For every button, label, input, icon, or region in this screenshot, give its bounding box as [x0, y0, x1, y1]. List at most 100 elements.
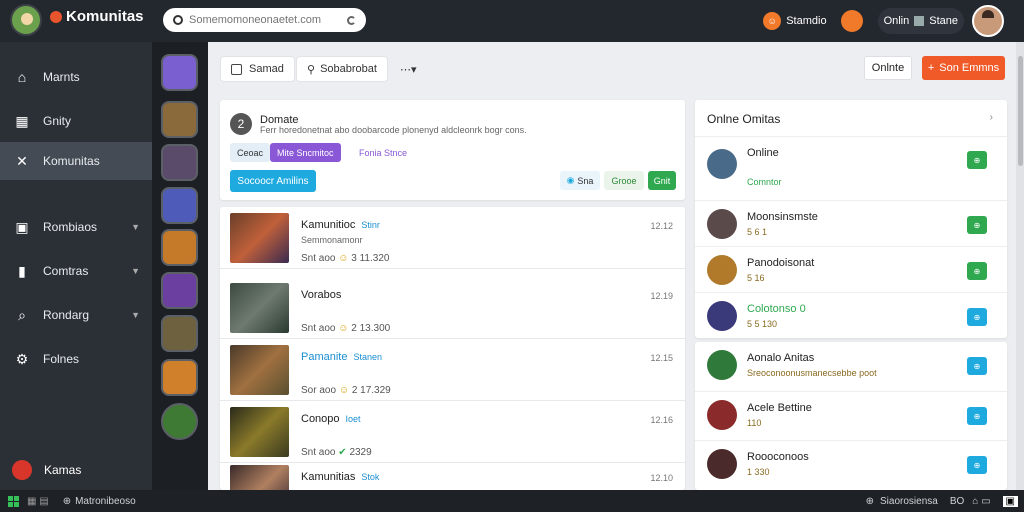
- feed-item[interactable]: Pamanite Stanen Sor aoo ☺ 2 17.329 12.15: [220, 339, 685, 401]
- notification-icon[interactable]: ▣: [1002, 495, 1018, 507]
- sidebar-item-rombiaos[interactable]: ▣ Rombiaos ▼: [0, 208, 152, 246]
- network-icon[interactable]: ⌂ ▭: [972, 496, 990, 507]
- scrollbar-thumb[interactable]: [1018, 56, 1023, 166]
- brand[interactable]: Komunitas: [50, 8, 144, 25]
- member-avatar[interactable]: [707, 209, 737, 239]
- tag-chip[interactable]: Mite Sncmitoc: [270, 143, 341, 162]
- post-meta-text: Snt aoo: [301, 447, 336, 458]
- app-logo-icon: [12, 460, 32, 480]
- tag-chip[interactable]: Fonia Stnce: [352, 143, 414, 162]
- community-avatar[interactable]: [161, 101, 198, 138]
- notification-button[interactable]: [840, 10, 868, 32]
- composer-btn-c[interactable]: Gnit: [648, 171, 676, 190]
- post-title: Kamunitias: [301, 471, 356, 483]
- member-avatar[interactable]: [707, 400, 737, 430]
- community-avatar[interactable]: [161, 403, 198, 440]
- community-avatar[interactable]: [161, 229, 198, 266]
- community-rail: [152, 42, 208, 490]
- composer-text[interactable]: Ferr horedonetnat abo doobarcode ploneny…: [260, 125, 527, 135]
- sidebar-item-label: Rondarg: [43, 308, 90, 322]
- post-thumbnail[interactable]: [230, 213, 289, 263]
- member-action-button[interactable]: ⊕: [967, 262, 987, 280]
- sidebar-footer[interactable]: Kamas: [12, 460, 81, 480]
- online-button[interactable]: Onlnte: [864, 56, 912, 80]
- suggested-row[interactable]: Acele Bettine 110 ⊕: [695, 391, 1007, 437]
- emoji-icon: ☺: [338, 253, 349, 264]
- sobabrobat-button[interactable]: ⚲ Sobabrobat: [296, 56, 388, 82]
- post-meta: Sor aoo ☺ 2 17.329: [301, 385, 391, 396]
- post-meta-text: Snt aoo: [301, 323, 336, 334]
- composer-btn-a[interactable]: ◉ Sna: [560, 171, 600, 190]
- post-thumbnail[interactable]: [230, 345, 289, 395]
- post-thumbnail[interactable]: [230, 407, 289, 457]
- search-bar[interactable]: [163, 8, 366, 32]
- start-icon[interactable]: [8, 495, 19, 507]
- member-name: Online: [747, 147, 779, 159]
- app-avatar[interactable]: [10, 4, 42, 36]
- feed-item[interactable]: Vorabos Snt aoo ☺ 2 13.300 12.19: [220, 277, 685, 339]
- member-action-button[interactable]: ⊕: [967, 151, 987, 169]
- post-thumbnail[interactable]: [230, 283, 289, 333]
- suggested-row[interactable]: Aonalo Anitas Sreoconoonusmanecsebbe poo…: [695, 342, 1007, 388]
- post-thumbnail[interactable]: [230, 465, 289, 490]
- member-avatar[interactable]: [707, 149, 737, 179]
- user-badge[interactable]: ☺ Stamdio: [763, 12, 827, 30]
- post-meta-text: Snt aoo: [301, 253, 336, 264]
- calendar-icon: [231, 63, 242, 75]
- community-avatar[interactable]: [161, 144, 198, 181]
- sidebar-item-folnes[interactable]: ⚙ Folnes: [0, 340, 152, 378]
- feed-item[interactable]: Kamunitias Stok 12.10: [220, 459, 685, 490]
- sidebar-item-label: Rombiaos: [43, 220, 98, 234]
- community-avatar[interactable]: [161, 187, 198, 224]
- suggested-row[interactable]: Roooconoos 1 330 ⊕: [695, 440, 1007, 486]
- feed-item[interactable]: Conopo Ioet Snt aoo ✔ 2329 12.16: [220, 401, 685, 463]
- online-status[interactable]: Onlin Stane: [877, 8, 964, 34]
- online-row[interactable]: Online Comntor ⊕: [695, 136, 1007, 200]
- composer-primary-button[interactable]: Socoocr Amilins: [230, 170, 316, 192]
- samad-button[interactable]: Samad: [220, 56, 295, 82]
- post-time: 12.15: [650, 353, 673, 363]
- sidebar-item-rondarg[interactable]: ⌕ Rondarg ▼: [0, 296, 152, 334]
- status-bar: ▦ ▤ ⊕ Matronibeoso ⊕ Siaorosiensa BO ⌂ ▭…: [0, 490, 1024, 512]
- community-avatar[interactable]: [161, 54, 198, 91]
- member-avatar[interactable]: [707, 449, 737, 479]
- sidebar-item-home[interactable]: ⌂ Marnts: [0, 58, 152, 96]
- tag-chip[interactable]: Ceoac: [230, 143, 271, 162]
- member-avatar[interactable]: [707, 350, 737, 380]
- fox-icon: [840, 10, 863, 32]
- online-row[interactable]: Moonsinsmste 5 6 1 ⊕: [695, 200, 1007, 246]
- community-avatar[interactable]: [161, 315, 198, 352]
- user-badge-label: Stamdio: [786, 15, 827, 27]
- composer-btn-b[interactable]: Grooe: [604, 171, 644, 190]
- chevron-right-icon[interactable]: ›: [990, 112, 993, 123]
- search-input[interactable]: [189, 14, 339, 26]
- member-action-button[interactable]: ⊕: [967, 407, 987, 425]
- check-icon: ✔: [338, 447, 347, 458]
- online-row[interactable]: Colotonso 0 5 5 130 ⊕: [695, 292, 1007, 338]
- member-action-button[interactable]: ⊕: [967, 216, 987, 234]
- online-row[interactable]: Panodoisonat 5 16 ⊕: [695, 246, 1007, 292]
- member-name: Panodoisonat: [747, 257, 815, 269]
- feed-item[interactable]: Kamunitioc Stinr Semmonamonr Snt aoo ☺ 3 …: [220, 207, 685, 269]
- status-left-text: Matronibeoso: [75, 495, 136, 507]
- community-avatar[interactable]: [161, 272, 198, 309]
- sidebar-item-gnity[interactable]: ▦ Gnity: [0, 102, 152, 140]
- sidebar-item-komunitas[interactable]: ✕ Komunitas: [0, 142, 152, 180]
- member-action-button[interactable]: ⊕: [967, 357, 987, 375]
- taskbar-icon[interactable]: ▦ ▤: [27, 496, 49, 507]
- sidebar-item-label: Comtras: [43, 264, 89, 278]
- user-avatar[interactable]: [972, 5, 1004, 37]
- refresh-icon[interactable]: [347, 15, 356, 25]
- member-action-button[interactable]: ⊕: [967, 456, 987, 474]
- more-options-button[interactable]: ⋯▾: [390, 56, 427, 82]
- primary-action-button[interactable]: + Son Emmns: [922, 56, 1005, 80]
- member-name: Colotonso 0: [747, 303, 806, 315]
- community-avatar[interactable]: [161, 359, 198, 396]
- member-avatar[interactable]: [707, 301, 737, 331]
- suggested-communities-panel: Aonalo Anitas Sreoconoonusmanecsebbe poo…: [695, 342, 1007, 490]
- member-action-button[interactable]: ⊕: [967, 308, 987, 326]
- sidebar-item-comtras[interactable]: ▮ Comtras ▼: [0, 252, 152, 290]
- search-icon: [173, 15, 183, 25]
- member-avatar[interactable]: [707, 255, 737, 285]
- member-status: 5 16: [747, 273, 765, 283]
